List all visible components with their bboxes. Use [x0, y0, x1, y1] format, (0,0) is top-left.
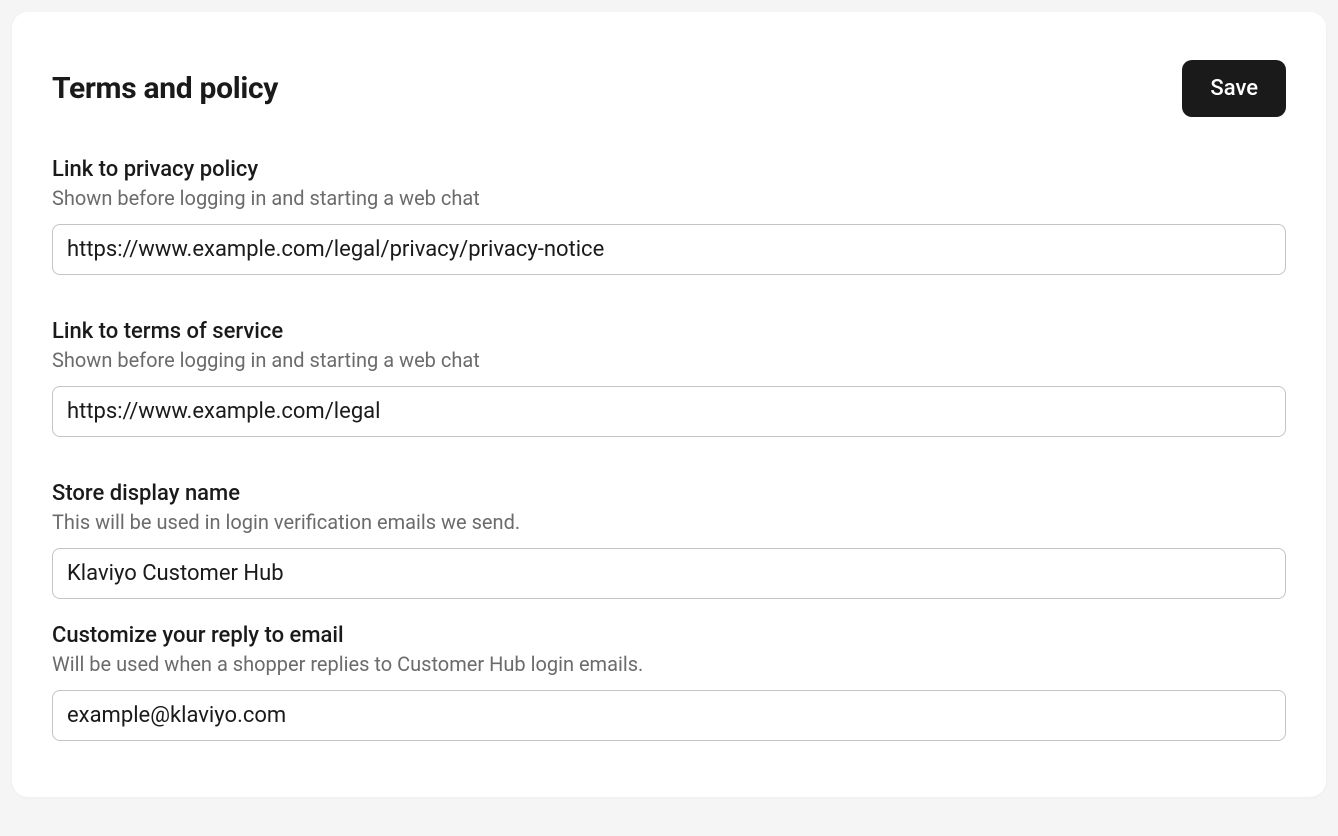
field-group-terms: Link to terms of service Shown before lo…	[52, 319, 1286, 437]
terms-policy-card: Terms and policy Save Link to privacy po…	[12, 12, 1326, 797]
field-group-privacy: Link to privacy policy Shown before logg…	[52, 157, 1286, 275]
terms-input[interactable]	[52, 386, 1286, 437]
store-name-helper: This will be used in login verification …	[52, 510, 1286, 534]
reply-to-label: Customize your reply to email	[52, 623, 1286, 648]
save-button[interactable]: Save	[1182, 60, 1286, 117]
card-header: Terms and policy Save	[52, 60, 1286, 117]
privacy-input[interactable]	[52, 224, 1286, 275]
terms-helper: Shown before logging in and starting a w…	[52, 348, 1286, 372]
reply-to-helper: Will be used when a shopper replies to C…	[52, 652, 1286, 676]
page-title: Terms and policy	[52, 71, 278, 106]
field-group-reply-to: Customize your reply to email Will be us…	[52, 623, 1286, 741]
privacy-helper: Shown before logging in and starting a w…	[52, 186, 1286, 210]
store-name-input[interactable]	[52, 548, 1286, 599]
field-group-store-name: Store display name This will be used in …	[52, 481, 1286, 599]
privacy-label: Link to privacy policy	[52, 157, 1286, 182]
store-name-label: Store display name	[52, 481, 1286, 506]
terms-label: Link to terms of service	[52, 319, 1286, 344]
reply-to-input[interactable]	[52, 690, 1286, 741]
